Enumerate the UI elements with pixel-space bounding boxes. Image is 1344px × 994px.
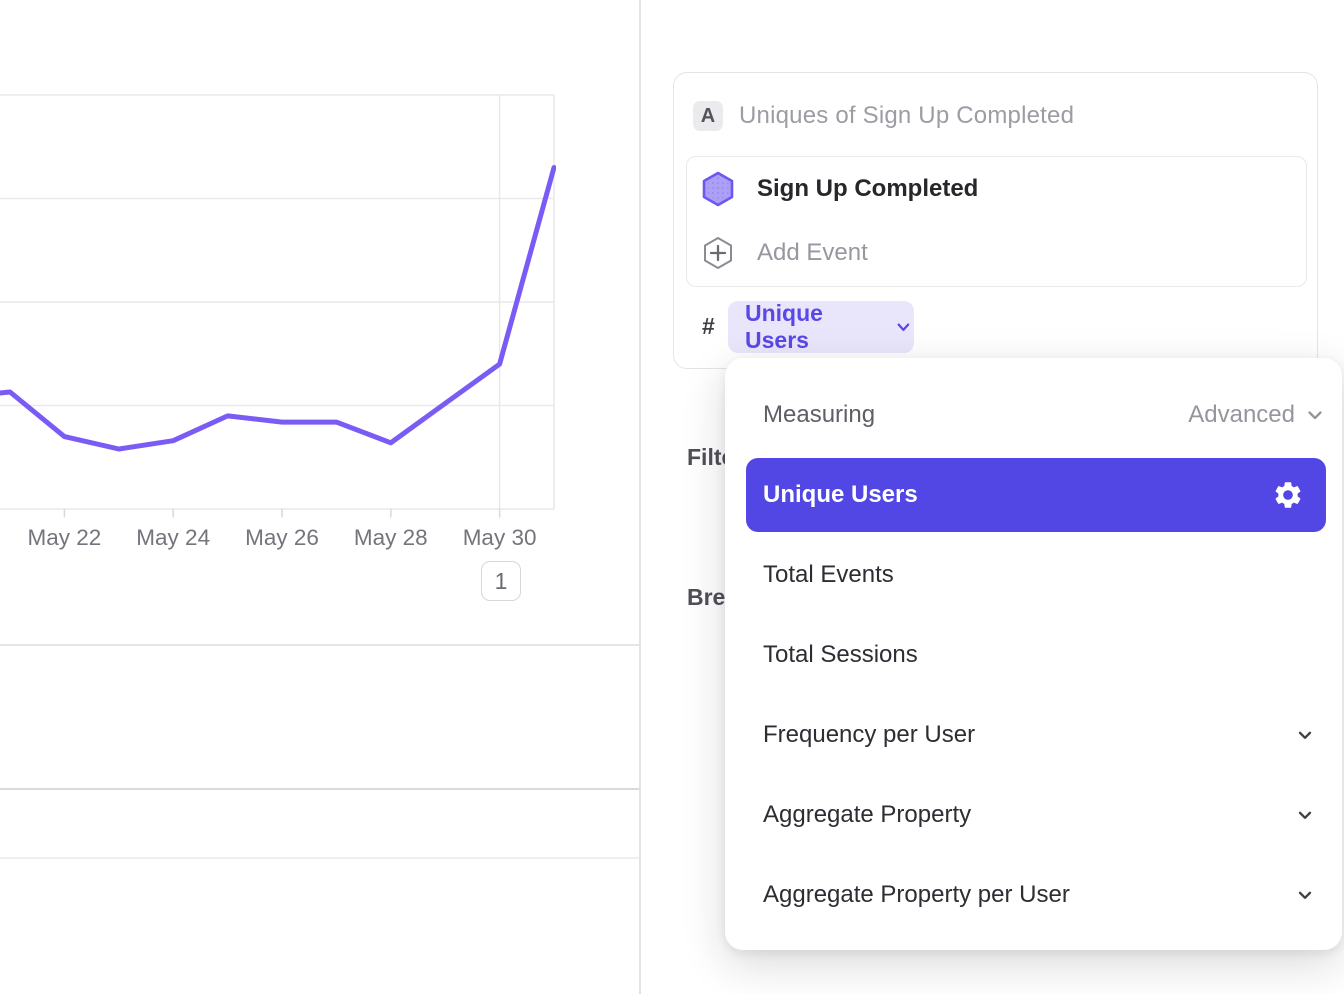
- pane-divider: [639, 0, 641, 994]
- measuring-dropdown-header: Measuring Advanced: [725, 388, 1342, 442]
- measuring-option-label: Aggregate Property per User: [763, 881, 1070, 909]
- query-builder-card: A Uniques of Sign Up Completed Sign: [673, 72, 1318, 369]
- measuring-option-unique-users[interactable]: Unique Users: [746, 458, 1326, 532]
- measuring-option-label: Unique Users: [763, 481, 918, 509]
- svg-text:May 26: May 26: [245, 525, 319, 550]
- metric-selector-label: Unique Users: [745, 300, 885, 354]
- line-chart: May 22 May 24 May 26 May 28 May 30: [0, 0, 640, 620]
- measuring-option-label: Frequency per User: [763, 721, 975, 749]
- measuring-option-label: Aggregate Property: [763, 801, 971, 829]
- insights-screen: May 22May 24May 26May 28May 30 1 May 4Ma…: [0, 0, 1344, 994]
- measuring-option-frequency-per-user[interactable]: Frequency per User: [725, 695, 1342, 775]
- gear-icon[interactable]: [1272, 479, 1304, 511]
- svg-text:May 24: May 24: [136, 525, 210, 550]
- chevron-down-icon: [1303, 403, 1327, 427]
- svg-text:May 30: May 30: [463, 525, 537, 550]
- add-event-button[interactable]: Add Event: [687, 221, 1306, 285]
- table-header-divider: [0, 788, 640, 790]
- event-row[interactable]: Sign Up Completed: [687, 157, 1306, 221]
- table-top-divider: [0, 644, 640, 646]
- measuring-options-list: Unique Users Total Events Total Sessions Fr…: [725, 458, 1342, 935]
- event-name: Sign Up Completed: [757, 175, 978, 203]
- add-event-label: Add Event: [757, 239, 868, 267]
- measuring-option-total-sessions[interactable]: Total Sessions: [725, 615, 1342, 695]
- measuring-option-aggregate-property[interactable]: Aggregate Property: [725, 775, 1342, 855]
- svg-text:May 22: May 22: [28, 525, 102, 550]
- measuring-option-label: Total Sessions: [763, 641, 918, 669]
- event-hexagon-icon: [701, 171, 735, 207]
- svg-text:May 28: May 28: [354, 525, 428, 550]
- chevron-down-icon: [1293, 723, 1317, 747]
- event-card: Sign Up Completed Add Event: [686, 156, 1307, 287]
- table-row-divider: [0, 857, 640, 859]
- chevron-down-icon: [893, 316, 914, 338]
- measuring-label: Measuring: [763, 388, 875, 442]
- metric-selector-button[interactable]: Unique Users: [728, 301, 914, 353]
- measuring-option-aggregate-property-per-user[interactable]: Aggregate Property per User: [725, 855, 1342, 935]
- series-letter-badge: A: [693, 101, 723, 131]
- chevron-down-icon: [1293, 803, 1317, 827]
- count-hash-symbol: #: [702, 313, 715, 340]
- advanced-mode-label: Advanced: [1188, 401, 1295, 429]
- add-event-hexagon-plus-icon: [701, 236, 735, 270]
- chart-annotation-badge[interactable]: 1: [481, 561, 521, 601]
- measuring-option-total-events[interactable]: Total Events: [725, 535, 1342, 615]
- measuring-dropdown: Measuring Advanced Unique Users Total Eve…: [725, 358, 1342, 950]
- series-title: Uniques of Sign Up Completed: [739, 101, 1074, 131]
- measuring-option-label: Total Events: [763, 561, 894, 589]
- advanced-mode-selector[interactable]: Advanced: [1188, 388, 1327, 442]
- chevron-down-icon: [1293, 883, 1317, 907]
